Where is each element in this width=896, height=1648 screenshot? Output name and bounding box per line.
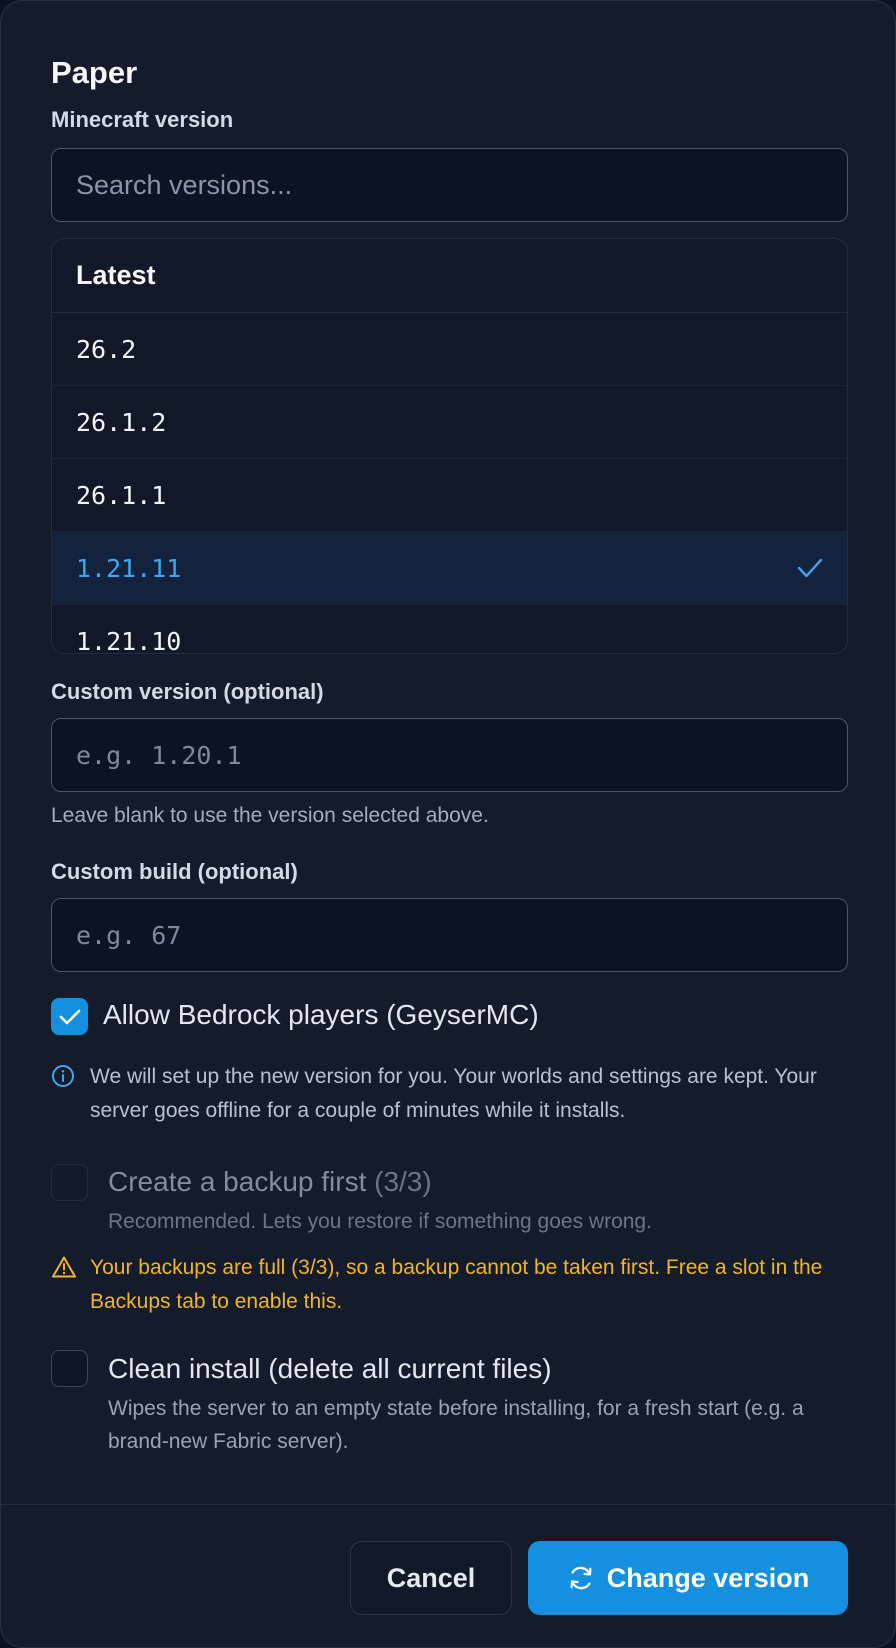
- change-version-label: Change version: [606, 1562, 810, 1593]
- dialog-footer: Cancel Change version: [1, 1504, 895, 1647]
- backup-label: Create a backup first (3/3): [108, 1166, 432, 1198]
- version-list-header: Latest: [52, 239, 847, 313]
- minecraft-version-label: Minecraft version: [51, 107, 234, 132]
- version-option-label: 26.1.1: [76, 480, 167, 510]
- custom-build-label: Custom build (optional): [51, 859, 298, 884]
- bedrock-checkbox[interactable]: [51, 998, 88, 1035]
- backup-checkbox[interactable]: [51, 1164, 88, 1201]
- info-icon: [51, 1064, 75, 1099]
- checkmark-icon: [59, 1009, 80, 1024]
- backup-count: (3/3): [374, 1166, 432, 1197]
- warning-notice-text: Your backups are full (3/3), so a backup…: [90, 1256, 823, 1313]
- info-notice: We will set up the new version for you. …: [51, 1060, 848, 1132]
- clean-install-description: Wipes the server to an empty state befor…: [108, 1397, 804, 1453]
- change-version-button[interactable]: Change version: [528, 1541, 848, 1615]
- clean-install-label[interactable]: Clean install (delete all current files): [108, 1353, 552, 1385]
- custom-version-label: Custom version (optional): [51, 679, 324, 704]
- version-option-label: 26.2: [76, 334, 137, 364]
- version-option-1-21-10[interactable]: 1.21.10: [52, 605, 847, 654]
- backup-label-text: Create a backup first: [108, 1166, 367, 1197]
- version-search-input[interactable]: [51, 148, 848, 222]
- bedrock-label[interactable]: Allow Bedrock players (GeyserMC): [103, 999, 539, 1031]
- custom-version-help: Leave blank to use the version selected …: [51, 804, 489, 827]
- version-option-26-1-2[interactable]: 26.1.2: [52, 386, 847, 459]
- refresh-icon: [570, 1566, 592, 1590]
- selected-check-icon: [797, 557, 823, 579]
- info-notice-text: We will set up the new version for you. …: [90, 1065, 817, 1122]
- version-option-1-21-11[interactable]: 1.21.11: [52, 532, 847, 605]
- custom-version-input[interactable]: [51, 718, 848, 792]
- dialog-title: Paper: [51, 55, 138, 90]
- warning-notice: Your backups are full (3/3), so a backup…: [51, 1251, 848, 1323]
- backup-description: Recommended. Lets you restore if somethi…: [108, 1210, 652, 1233]
- version-option-26-2[interactable]: 26.2: [52, 313, 847, 386]
- warning-icon: [51, 1255, 77, 1290]
- version-option-label: 1.21.11: [76, 553, 182, 583]
- cancel-button[interactable]: Cancel: [350, 1541, 512, 1615]
- version-option-label: 1.21.10: [76, 626, 182, 654]
- version-list[interactable]: Latest 26.2 26.1.2 26.1.1 1.21.11 1.21.1…: [51, 238, 848, 654]
- clean-install-checkbox[interactable]: [51, 1350, 88, 1387]
- version-option-label: 26.1.2: [76, 407, 167, 437]
- custom-build-input[interactable]: [51, 898, 848, 972]
- version-option-26-1-1[interactable]: 26.1.1: [52, 459, 847, 532]
- change-version-dialog: Paper Minecraft version Latest 26.2 26.1…: [0, 0, 896, 1648]
